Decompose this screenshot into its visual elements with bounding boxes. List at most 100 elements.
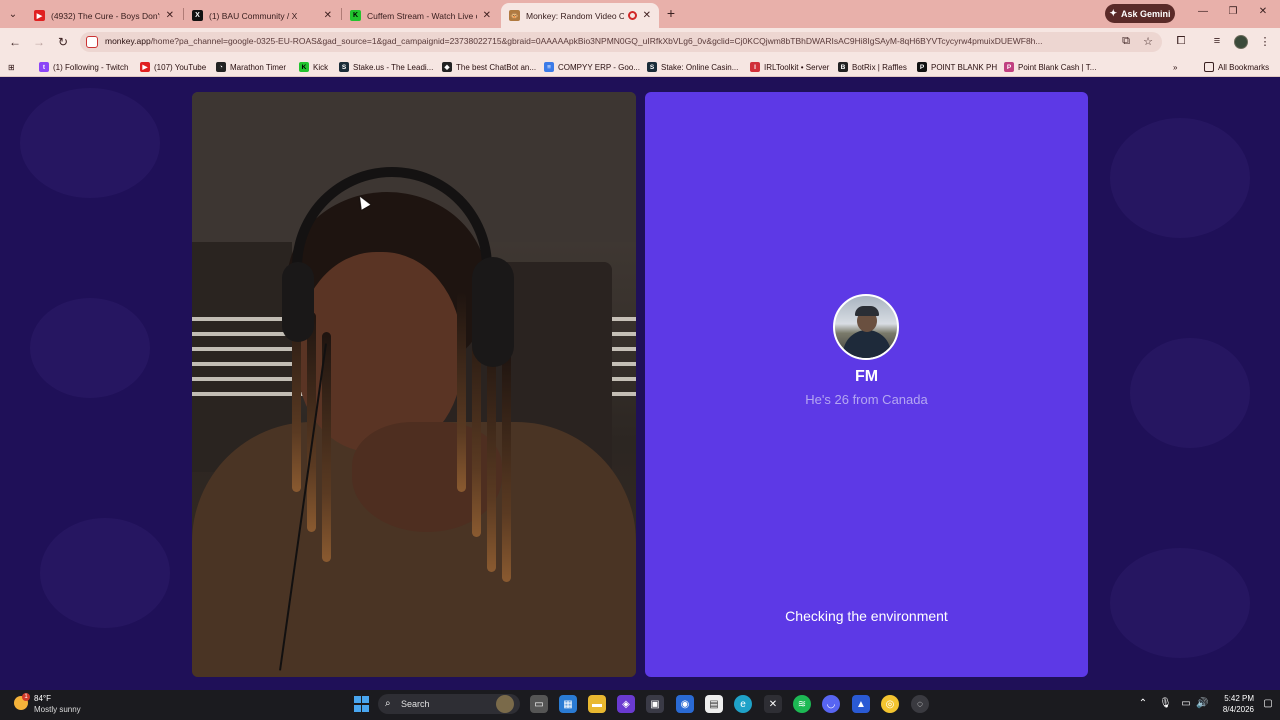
ask-gemini-label: Ask Gemini [1121, 8, 1171, 19]
bookmark-point-blank-cash[interactable]: P Point Blank Cash | T... [1004, 60, 1096, 74]
hair-lock [457, 292, 466, 492]
tab-youtube[interactable]: ▶ (4932) The Cure - Boys Don't C ✕ [26, 3, 182, 28]
app-blue-icon[interactable]: ▲ [852, 695, 870, 713]
weather-temperature[interactable]: 84°F [34, 694, 51, 703]
restore-icon[interactable]: ❐ [1226, 6, 1240, 17]
recording-icon [627, 11, 637, 20]
bookmark-label: (1) Following - Twitch [53, 62, 129, 72]
bookmark-marathon-timer[interactable]: ◔ Marathon Timer [216, 60, 286, 74]
close-icon[interactable]: ✕ [643, 10, 651, 21]
self-video-feed [192, 92, 636, 677]
tab-monkey[interactable]: 🐵 Monkey: Random Video Ch ✕ [501, 3, 659, 28]
bookmark-chatbot[interactable]: ◆ The best ChatBot an... [442, 60, 536, 74]
capcut-icon[interactable]: ✕ [764, 695, 782, 713]
menu-icon[interactable]: ⋮ [1258, 35, 1272, 48]
bookmark-point-blank-ph[interactable]: P POINT BLANK PH [917, 60, 997, 74]
tab-search-chevron-icon[interactable]: ⌄ [4, 5, 22, 23]
microsoft-store-icon[interactable]: ▣ [646, 695, 664, 713]
bookmark-botrix[interactable]: B BotRix | Raffles [838, 60, 907, 74]
url-path: /home?pa_channel=google-0325-EU-ROAS&gad… [150, 36, 1043, 46]
install-app-icon[interactable]: ⧉ [1119, 35, 1133, 48]
background-pattern [30, 298, 150, 398]
bookmark-compyy-erp[interactable]: ≡ COMPYY ERP - Goo... [544, 60, 640, 74]
volume-icon[interactable]: 🔊 [1196, 698, 1208, 709]
search-highlight-icon[interactable] [496, 695, 514, 713]
close-icon[interactable]: ✕ [483, 10, 491, 21]
tab-kick[interactable]: K Cuffem Stream - Watch Live on ✕ [342, 3, 499, 28]
bookmark-label: IRLToolkit • Server [764, 62, 830, 72]
all-bookmarks-label: All Bookmarks [1218, 62, 1270, 72]
tray-chevron-icon[interactable]: ⌃ [1137, 698, 1149, 709]
bookmark-label: (107) YouTube [154, 62, 207, 72]
tab-label: Cuffem Stream - Watch Live on [367, 10, 477, 21]
display-icon[interactable]: ▭ [1180, 698, 1192, 709]
youtube-icon: ▶ [140, 62, 150, 72]
bookmark-label: The best ChatBot an... [456, 62, 537, 72]
obs-icon[interactable]: ◌ [911, 695, 929, 713]
bookmark-kick[interactable]: K Kick [299, 60, 328, 74]
media-controls-icon[interactable]: ≡ [1210, 35, 1224, 47]
spotify-icon[interactable]: ≋ [793, 695, 811, 713]
background-pattern [40, 518, 170, 628]
kick-icon: K [350, 10, 361, 21]
hair-lock [502, 352, 511, 582]
bookmark-youtube[interactable]: ▶ (107) YouTube [140, 60, 206, 74]
widgets-icon[interactable]: ▦ [559, 695, 577, 713]
chrome-icon[interactable]: ◎ [881, 695, 899, 713]
close-icon[interactable]: ✕ [166, 10, 174, 21]
app-icon[interactable]: ◉ [676, 695, 694, 713]
bookmark-label: BotRix | Raffles [852, 62, 907, 72]
apps-grid-icon[interactable]: ⊞ [8, 60, 15, 74]
tab-label: Monkey: Random Video Ch [526, 10, 624, 21]
clock-time[interactable]: 5:42 PM [1214, 694, 1254, 703]
discord-icon[interactable]: ◡ [822, 695, 840, 713]
file-explorer-icon[interactable]: ▬ [588, 695, 606, 713]
back-icon[interactable]: ← [7, 34, 23, 50]
extensions-icon[interactable]: ⧠ [1174, 35, 1188, 48]
visual-studio-icon[interactable]: ◈ [617, 695, 635, 713]
stake-icon: S [339, 62, 349, 72]
minimize-icon[interactable]: — [1196, 6, 1210, 17]
url-text[interactable]: monkey.app/home?pa_channel=google-0325-E… [105, 36, 1115, 46]
hair-lock [487, 332, 496, 572]
tab-x[interactable]: X (1) BAU Community / X ✕ [184, 3, 340, 28]
edge-icon[interactable]: e [734, 695, 752, 713]
bookmark-label: Kick [313, 62, 329, 72]
microphone-icon[interactable]: 🎙 [1159, 698, 1172, 709]
bookmark-stake-us[interactable]: S Stake.us - The Leadi... [339, 60, 433, 74]
site-info-icon[interactable] [86, 36, 98, 48]
weather-description[interactable]: Mostly sunny [34, 705, 81, 714]
docs-icon: ≡ [544, 62, 554, 72]
notifications-icon[interactable]: ▢ [1262, 698, 1274, 709]
twitch-icon: t [39, 62, 49, 72]
notepad-icon[interactable]: ▤ [705, 695, 723, 713]
profile-avatar[interactable] [1234, 35, 1248, 49]
bookmarks-overflow-icon[interactable]: » [1173, 60, 1177, 74]
all-bookmarks-button[interactable]: All Bookmarks [1204, 60, 1269, 74]
start-windows-icon[interactable] [352, 695, 370, 713]
new-tab-button[interactable]: + [664, 5, 678, 21]
task-view-icon[interactable]: ▭ [530, 695, 548, 713]
weather-badge: 1 [22, 693, 30, 701]
bookmark-star-icon[interactable]: ☆ [1141, 35, 1155, 48]
bookmark-twitch[interactable]: t (1) Following - Twitch [39, 60, 128, 74]
bookmark-irltoolkit[interactable]: I IRLToolkit • Server [750, 60, 829, 74]
bookmark-label: Marathon Timer [230, 62, 287, 72]
clock-date[interactable]: 8/4/2026 [1212, 705, 1254, 714]
timer-icon: ◔ [216, 62, 226, 72]
x-icon: X [192, 10, 203, 21]
bookmark-label: POINT BLANK PH [931, 62, 998, 72]
taskbar-search-label: Search [401, 699, 430, 709]
windows-taskbar [0, 690, 1280, 720]
reload-icon[interactable]: ↻ [55, 34, 71, 50]
window-close-icon[interactable]: ✕ [1256, 6, 1270, 17]
folder-icon [1204, 62, 1214, 72]
forward-icon[interactable]: → [31, 34, 47, 50]
partner-avatar [833, 294, 899, 360]
close-icon[interactable]: ✕ [324, 10, 332, 21]
ask-gemini-button[interactable]: ✦ Ask Gemini [1105, 4, 1175, 23]
partner-info: He's 26 from Canada [805, 392, 928, 407]
bookmark-label: Stake.us - The Leadi... [353, 62, 434, 72]
bookmark-stake-casino[interactable]: S Stake: Online Casin... [647, 60, 738, 74]
gemini-sparkle-icon: ✦ [1109, 8, 1117, 18]
